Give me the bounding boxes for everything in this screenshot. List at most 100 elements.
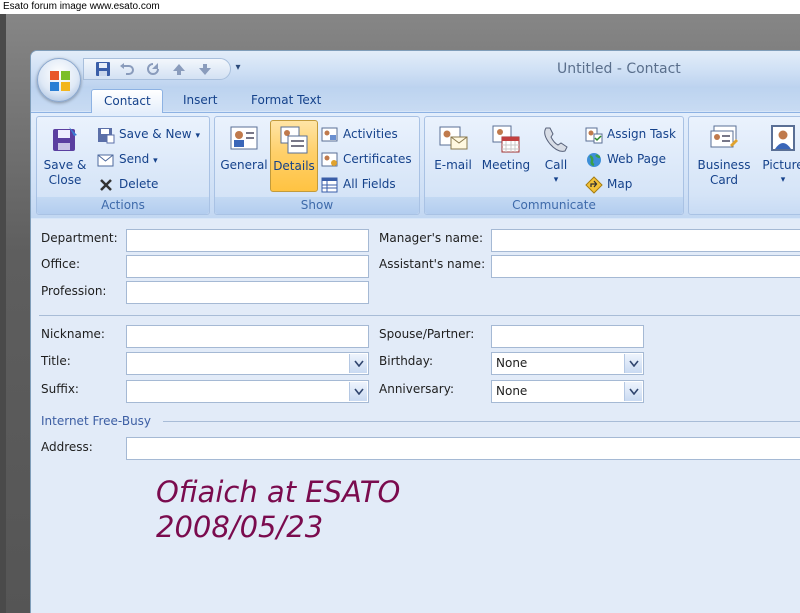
anniversary-combo[interactable]: None (491, 380, 644, 403)
picture-button[interactable]: Picture ▾ (755, 123, 800, 188)
send-dropdown-icon: ▾ (153, 156, 158, 166)
office-label: Office: (41, 257, 81, 271)
email-label: E-mail (434, 158, 472, 172)
email-icon (439, 126, 468, 150)
save-close-button[interactable]: Save & Close (41, 123, 89, 188)
desktop-edge (0, 14, 6, 613)
meeting-button[interactable]: Meeting (477, 123, 535, 173)
spouse-partner-label: Spouse/Partner: (379, 327, 475, 341)
suffix-dropdown-icon[interactable] (349, 382, 367, 401)
next-item-icon[interactable] (196, 61, 214, 77)
save-icon[interactable] (94, 61, 112, 77)
office-field[interactable] (126, 255, 369, 278)
call-label: Call (544, 158, 568, 172)
details-icon (280, 126, 308, 154)
globe-icon (587, 153, 601, 167)
office-button[interactable] (37, 58, 81, 102)
activities-button[interactable]: Activities (321, 123, 419, 145)
forum-caption: Esato forum image www.esato.com (0, 0, 800, 14)
certificates-button[interactable]: Certificates (321, 148, 419, 170)
suffix-label: Suffix: (41, 382, 79, 396)
group-show: General Details Activities Certificates … (214, 116, 420, 215)
business-card-label-2: Card (709, 173, 739, 187)
certificates-label: Certificates (343, 152, 412, 166)
anniversary-value: None (496, 384, 528, 398)
nickname-field[interactable] (126, 325, 369, 348)
contact-window: ▾ Untitled - Contact Contact Insert Form… (30, 50, 800, 613)
general-button[interactable]: General (219, 123, 269, 173)
undo-icon[interactable] (118, 61, 136, 77)
group-label-show: Show (215, 197, 419, 214)
save-new-dropdown-icon: ▾ (195, 131, 200, 141)
title-label: Title: (41, 354, 71, 368)
quick-access-toolbar (83, 58, 231, 80)
all-fields-button[interactable]: All Fields (321, 173, 419, 195)
group-actions: Save & Close Save & New ▾ Send ▾ Delete … (36, 116, 210, 215)
call-dropdown-icon: ▾ (553, 175, 559, 185)
customize-toolbar-icon[interactable]: ▾ (231, 60, 245, 76)
all-fields-icon (321, 177, 338, 193)
free-busy-divider (163, 421, 800, 422)
profession-field[interactable] (126, 281, 369, 304)
certificates-icon (321, 152, 338, 167)
map-button[interactable]: Map (585, 173, 683, 195)
save-close-label-1: Save & (43, 158, 87, 172)
department-field[interactable] (126, 229, 369, 252)
picture-icon (771, 125, 795, 151)
profession-label: Profession: (41, 284, 107, 298)
section-divider (39, 315, 800, 316)
title-combo[interactable] (126, 352, 369, 375)
delete-button[interactable]: Delete (97, 173, 209, 195)
internet-free-busy-heading: Internet Free-Busy (41, 414, 152, 428)
birthday-dropdown-icon[interactable] (624, 354, 642, 373)
suffix-combo[interactable] (126, 380, 369, 403)
details-button[interactable]: Details (270, 120, 318, 192)
title-dropdown-icon[interactable] (349, 354, 367, 373)
address-field[interactable] (126, 437, 800, 460)
picture-dropdown-icon: ▾ (780, 175, 786, 185)
spouse-partner-field[interactable] (491, 325, 644, 348)
details-label: Details (273, 159, 315, 173)
details-form: Department: Office: Profession: Manager'… (31, 219, 800, 613)
send-label: Send (119, 152, 150, 166)
birthday-combo[interactable]: None (491, 352, 644, 375)
business-card-icon (710, 125, 738, 148)
birthday-value: None (496, 356, 528, 370)
map-label: Map (607, 177, 633, 191)
tab-contact[interactable]: Contact (91, 89, 163, 113)
map-icon (585, 176, 603, 194)
nickname-label: Nickname: (41, 327, 105, 341)
group-label-communicate: Communicate (425, 197, 683, 214)
save-new-button[interactable]: Save & New ▾ (97, 123, 209, 145)
anniversary-dropdown-icon[interactable] (624, 382, 642, 401)
save-close-icon (53, 127, 77, 151)
meeting-label: Meeting (481, 158, 531, 172)
group-label-actions: Actions (37, 197, 209, 214)
anniversary-label: Anniversary: (379, 382, 454, 396)
redo-icon[interactable] (144, 61, 162, 77)
managers-name-field[interactable] (491, 229, 800, 252)
previous-item-icon[interactable] (170, 61, 188, 77)
meeting-icon (492, 125, 520, 153)
assign-task-label: Assign Task (607, 127, 676, 141)
picture-label: Picture (762, 158, 800, 172)
business-card-label-1: Business (697, 158, 751, 172)
watermark-line-2: 2008/05/23 (156, 510, 324, 544)
save-close-label-2: Close (48, 173, 82, 187)
watermark-line-1: Ofiaich at ESATO (156, 475, 401, 509)
address-label: Address: (41, 440, 93, 454)
business-card-button[interactable]: Business Card (693, 123, 755, 188)
assign-task-button[interactable]: Assign Task (585, 123, 683, 145)
phone-icon (544, 127, 568, 152)
activities-icon (321, 127, 338, 142)
tab-format-text[interactable]: Format Text (239, 89, 333, 113)
all-fields-label: All Fields (343, 177, 396, 191)
tab-insert[interactable]: Insert (171, 89, 229, 113)
birthday-label: Birthday: (379, 354, 434, 368)
call-button[interactable]: Call ▾ (535, 123, 577, 188)
email-button[interactable]: E-mail (429, 123, 477, 173)
send-button[interactable]: Send ▾ (97, 148, 209, 170)
assistants-name-field[interactable] (491, 255, 800, 278)
managers-name-label: Manager's name: (379, 231, 484, 245)
web-page-button[interactable]: Web Page (585, 148, 683, 170)
